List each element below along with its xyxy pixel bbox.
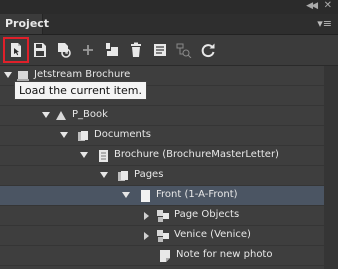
properties-icon — [154, 44, 166, 56]
tree-row-note[interactable]: Note for new photo — [0, 246, 324, 266]
structure-icon — [176, 43, 192, 58]
note-icon — [160, 250, 170, 262]
refresh-icon — [201, 43, 215, 58]
tree-row-label: Note for new photo — [176, 249, 273, 260]
tree-row-label: P_Book — [72, 109, 108, 120]
panel-title-strip: ◀◀ ✕ — [0, 0, 338, 14]
folder-icon — [78, 131, 88, 141]
tree-row-brochure[interactable]: Brochure (BrochureMasterLetter) — [0, 146, 324, 166]
page-objects-icon — [157, 210, 169, 222]
properties-button[interactable] — [148, 38, 172, 62]
toolbar — [0, 35, 338, 66]
save-button[interactable] — [28, 38, 52, 62]
chevron-right-icon[interactable] — [144, 232, 149, 240]
structure-button[interactable] — [172, 38, 196, 62]
tree-row-label: Venice (Venice) — [174, 229, 251, 240]
refresh-button[interactable] — [196, 38, 220, 62]
chevron-down-icon[interactable] — [42, 112, 50, 118]
pages-icon — [118, 171, 128, 181]
tree-row-p-book[interactable]: P_Book — [0, 106, 324, 126]
chevron-down-icon[interactable] — [100, 172, 108, 178]
tree-row-label: Brochure (BrochureMasterLetter) — [114, 149, 279, 160]
chevron-down-icon[interactable] — [122, 192, 130, 198]
document-icon — [99, 150, 108, 162]
tree-row-documents[interactable]: Documents — [0, 126, 324, 146]
save-icon — [34, 43, 46, 57]
load-item-button[interactable] — [3, 37, 29, 63]
close-panel-icon[interactable]: ✕ — [324, 0, 332, 11]
chevron-right-icon[interactable] — [144, 212, 149, 220]
tree-row-page-objects[interactable]: Page Objects — [0, 206, 324, 226]
sync-button[interactable] — [52, 38, 76, 62]
chevron-down-icon[interactable] — [60, 132, 68, 138]
load-icon — [11, 43, 21, 57]
tree-row-label: Documents — [94, 129, 152, 140]
page-icon — [141, 190, 150, 202]
component-icon — [157, 230, 169, 242]
chevron-down-icon[interactable] — [4, 72, 12, 78]
delete-button[interactable] — [124, 38, 148, 62]
tab-project[interactable]: Project — [0, 14, 49, 34]
tooltip: Load the current item. — [14, 81, 147, 100]
copy-icon — [106, 43, 118, 56]
tree-row-venice[interactable]: Venice (Venice) — [0, 226, 324, 246]
plus-icon — [83, 45, 93, 55]
tree-row-label: Pages — [134, 169, 164, 180]
tree-row-label: Front (1-A-Front) — [156, 189, 238, 200]
sync-icon — [58, 43, 71, 58]
chevron-down-icon[interactable] — [80, 152, 88, 158]
copy-button[interactable] — [100, 38, 124, 62]
panel-menu-icon[interactable]: ▾≡ — [317, 17, 332, 30]
book-icon — [56, 111, 66, 120]
tree-row-front[interactable]: Front (1-A-Front) — [0, 186, 324, 206]
vertical-scrollbar[interactable] — [324, 66, 338, 269]
collapse-panel-icon[interactable]: ◀◀ — [306, 1, 318, 11]
add-button[interactable] — [76, 38, 100, 62]
trash-icon — [131, 42, 141, 57]
tree-row-label: Page Objects — [174, 209, 240, 220]
panel-tab-bar: Project ▾≡ — [0, 14, 338, 35]
tree-row-pages[interactable]: Pages — [0, 166, 324, 186]
tree-row-label: Jetstream Brochure — [34, 69, 131, 80]
